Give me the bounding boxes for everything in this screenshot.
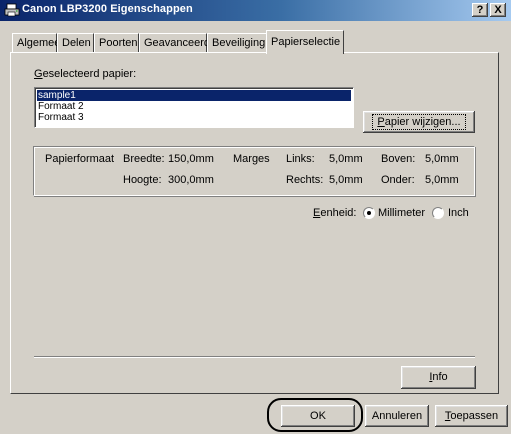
millimeter-radio[interactable]: [363, 207, 375, 219]
info-button-label: nfo: [432, 371, 448, 383]
tab-algemeen[interactable]: Algemeen: [12, 33, 67, 52]
close-button[interactable]: X: [490, 3, 506, 17]
printer-icon: [4, 3, 20, 17]
selected-paper-label-text: eselecteerd papier:: [42, 68, 137, 80]
millimeter-label[interactable]: Millimeter: [378, 207, 425, 219]
list-item[interactable]: sample1: [37, 90, 351, 101]
right-margin-label: Rechts:: [286, 174, 324, 186]
radio-dot: [367, 211, 371, 215]
ok-highlight-circle: [267, 398, 363, 432]
tab-geavanceerd[interactable]: Geavanceerd: [139, 33, 210, 52]
unit-label-text: enheid:: [320, 207, 357, 219]
cancel-button[interactable]: Annuleren: [365, 405, 429, 427]
unit-label: Eenheid:: [313, 207, 357, 219]
change-paper-button[interactable]: Papier wijzigen...: [363, 111, 475, 133]
margins-label: Marges: [233, 153, 270, 165]
width-label: Breedte:: [123, 153, 165, 165]
tab-poorten[interactable]: Poorten: [94, 33, 139, 52]
inch-label[interactable]: Inch: [448, 207, 469, 219]
change-paper-button-label: apier wijzigen...: [384, 116, 461, 128]
paper-listbox[interactable]: sample1 Formaat 2 Formaat 3: [34, 87, 354, 128]
selected-paper-label: Geselecteerd papier:: [34, 68, 136, 80]
height-value: 300,0mm: [168, 174, 214, 186]
right-margin-value: 5,0mm: [329, 174, 363, 186]
bottom-margin-value: 5,0mm: [425, 174, 459, 186]
info-button[interactable]: Info: [401, 366, 476, 389]
title-bar[interactable]: Canon LBP3200 Eigenschappen ? X: [0, 0, 511, 21]
selected-paper-mnemonic: G: [34, 68, 43, 80]
help-button[interactable]: ?: [472, 3, 488, 17]
height-label: Hoogte:: [123, 174, 162, 186]
inch-radio[interactable]: [432, 207, 444, 219]
list-item[interactable]: Formaat 3: [37, 112, 351, 123]
properties-window: Canon LBP3200 Eigenschappen ? X Algemeen…: [0, 0, 511, 434]
window-title: Canon LBP3200 Eigenschappen: [22, 3, 193, 15]
left-margin-value: 5,0mm: [329, 153, 363, 165]
tab-papierselectie[interactable]: Papierselectie: [266, 30, 344, 54]
separator: [34, 356, 475, 358]
width-value: 150,0mm: [168, 153, 214, 165]
list-item[interactable]: Formaat 2: [37, 101, 351, 112]
bottom-margin-label: Onder:: [381, 174, 415, 186]
tab-beveiliging[interactable]: Beveiliging: [207, 33, 267, 52]
tab-delen[interactable]: Delen: [57, 33, 94, 52]
top-margin-value: 5,0mm: [425, 153, 459, 165]
apply-button[interactable]: Toepassen: [435, 405, 508, 427]
apply-button-label: oepassen: [450, 410, 499, 422]
top-margin-label: Boven:: [381, 153, 416, 165]
paper-format-label: Papierformaat: [45, 153, 115, 165]
left-margin-label: Links:: [286, 153, 315, 165]
